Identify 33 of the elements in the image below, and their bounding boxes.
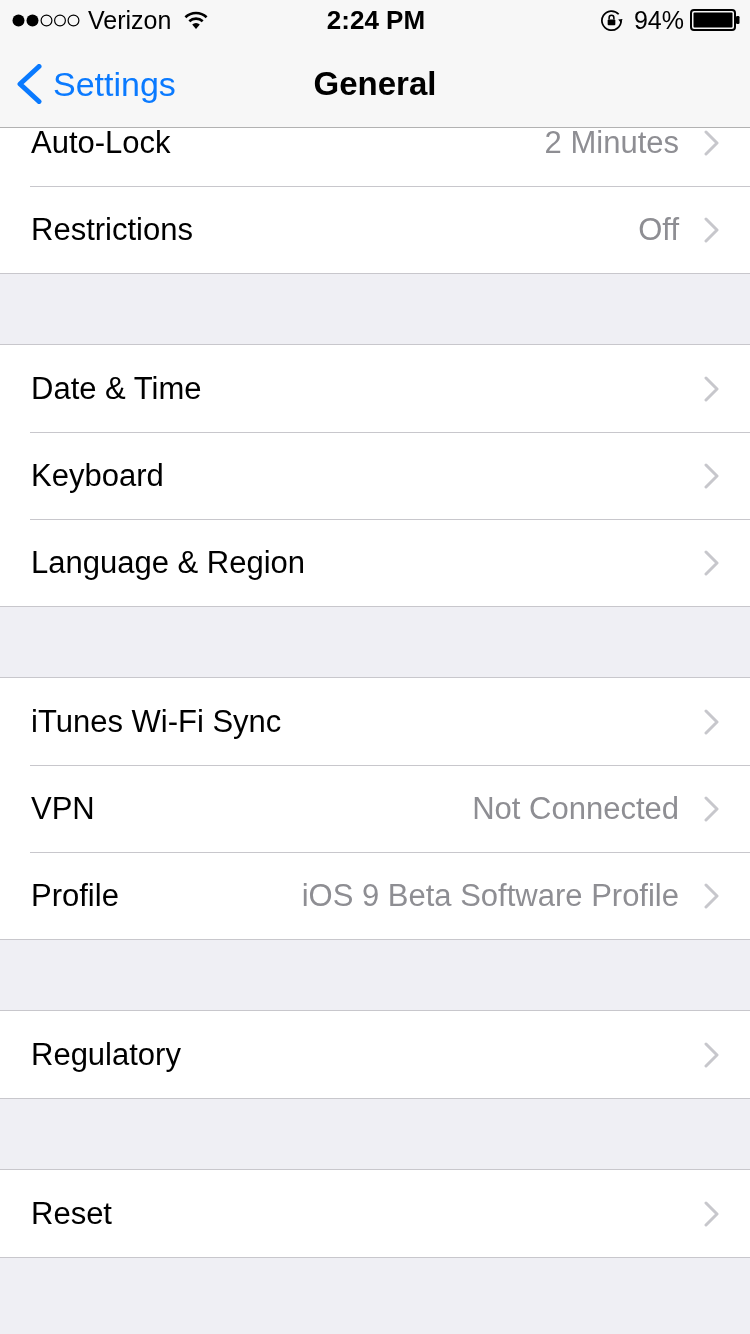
row-label[interactable]: Auto-Lock <box>31 128 545 162</box>
row-label[interactable]: Reset <box>31 1194 704 1233</box>
row-label[interactable]: Date & Time <box>31 369 704 408</box>
chevron-right-icon <box>704 883 719 909</box>
row-label[interactable]: VPN <box>31 790 473 828</box>
row-label[interactable]: Profile <box>31 877 302 915</box>
row-label[interactable]: Regulatory <box>31 1035 704 1074</box>
row-label[interactable]: iTunes Wi-Fi Sync <box>31 702 704 741</box>
row-label[interactable]: Language & Region <box>31 544 704 582</box>
row-label[interactable]: Restrictions <box>31 211 639 249</box>
chevron-right-icon <box>704 463 719 489</box>
chevron-right-icon <box>704 1200 719 1227</box>
row-value: Off <box>638 211 679 249</box>
signal-icon <box>12 13 80 27</box>
chevron-left-icon <box>16 63 42 104</box>
status-time: 2:24 PM <box>326 5 426 35</box>
row-value: 2 Minutes <box>544 128 679 162</box>
rotation-lock-icon <box>599 8 623 32</box>
row-value: Not Connected <box>472 790 679 828</box>
chevron-right-icon <box>704 1041 719 1068</box>
row-label[interactable]: Keyboard <box>31 457 704 495</box>
chevron-right-icon <box>704 550 719 576</box>
chevron-right-icon <box>704 217 719 243</box>
row-value: iOS 9 Beta Software Profile <box>301 877 679 915</box>
chevron-right-icon <box>704 796 719 822</box>
wifi-icon <box>184 11 209 29</box>
page-title: General <box>313 63 437 104</box>
carrier-name: Verizon <box>88 5 172 35</box>
battery-icon <box>690 9 740 31</box>
battery-percent: 94% <box>633 5 684 35</box>
back-button[interactable]: Settings <box>14 61 178 106</box>
chevron-right-icon <box>704 375 719 402</box>
chevron-right-icon <box>704 708 719 735</box>
